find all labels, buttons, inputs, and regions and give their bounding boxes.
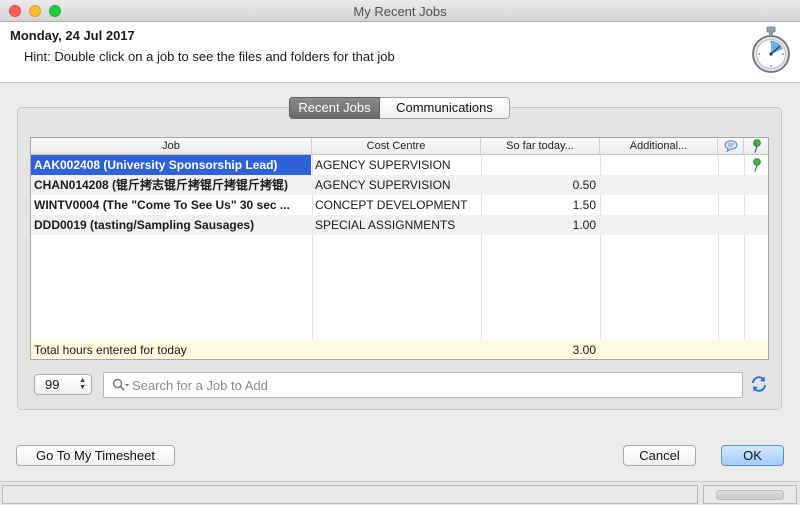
table-row[interactable]: WINTV0004 (The "Come To See Us" 30 sec .… (31, 195, 768, 215)
status-bar (0, 481, 800, 505)
totals-value: 3.00 (572, 343, 596, 357)
hint-text: Hint: Double click on a job to see the f… (24, 49, 395, 64)
table-row[interactable]: AAK002408 (University Sponsorship Lead) … (31, 155, 768, 175)
jobs-table[interactable]: Job Cost Centre So far today... Addition… (30, 137, 769, 360)
column-header-so-far-today[interactable]: So far today... (481, 138, 600, 155)
refresh-icon[interactable] (750, 375, 768, 393)
count-stepper[interactable]: 99 ▲ ▼ (34, 374, 92, 395)
speech-bubble-icon (724, 140, 737, 153)
table-row[interactable]: CHAN014208 (锟斤拷志锟斤拷锟斤拷锟斤拷锟) AGENCY SUPER… (31, 175, 768, 195)
column-header-cost-centre[interactable]: Cost Centre (312, 138, 481, 155)
pin-icon (753, 139, 761, 153)
table-header: Job Cost Centre So far today... Addition… (31, 138, 768, 155)
go-to-timesheet-button[interactable]: Go To My Timesheet (16, 445, 175, 466)
totals-row: Total hours entered for today 3.00 (31, 340, 768, 359)
additional-cell (600, 155, 718, 175)
status-message-area (2, 485, 698, 504)
stopwatch-icon (752, 26, 790, 73)
cancel-button[interactable]: Cancel (623, 445, 696, 466)
so-far-today-cell: 1.00 (572, 218, 596, 232)
tab-bar: Recent Jobs Communications (289, 97, 510, 119)
cost-centre-cell: AGENCY SUPERVISION (315, 158, 451, 172)
job-cell: AAK002408 (University Sponsorship Lead) (31, 155, 311, 175)
job-cell: DDD0019 (tasting/Sampling Sausages) (34, 218, 255, 232)
cost-centre-cell: AGENCY SUPERVISION (315, 178, 451, 192)
window-title: My Recent Jobs (353, 4, 447, 19)
ok-button[interactable]: OK (721, 445, 784, 466)
additional-cell (600, 195, 718, 215)
column-header-job[interactable]: Job (31, 138, 312, 155)
totals-label: Total hours entered for today (34, 343, 187, 357)
column-header-pin[interactable] (744, 138, 768, 155)
tab-recent-jobs[interactable]: Recent Jobs (289, 97, 380, 119)
pin-icon[interactable] (752, 158, 762, 172)
header-panel: Monday, 24 Jul 2017 Hint: Double click o… (0, 22, 800, 83)
cost-centre-cell: SPECIAL ASSIGNMENTS (315, 218, 456, 232)
so-far-today-cell: 1.50 (572, 198, 596, 212)
progress-indicator (716, 490, 784, 500)
search-input[interactable] (132, 373, 732, 397)
cost-centre-cell: CONCEPT DEVELOPMENT (315, 198, 468, 212)
job-cell: WINTV0004 (The "Come To See Us" 30 sec .… (34, 198, 290, 212)
count-value: 99 (45, 377, 60, 392)
tab-communications[interactable]: Communications (380, 97, 510, 119)
column-header-additional[interactable]: Additional... (600, 138, 718, 155)
job-search-field[interactable] (103, 372, 743, 398)
additional-cell (600, 175, 718, 195)
title-bar: My Recent Jobs (0, 0, 800, 22)
status-progress-area (703, 485, 797, 504)
so-far-today-cell: 0.50 (572, 178, 596, 192)
so-far-today-cell (481, 155, 600, 175)
job-cell: CHAN014208 (锟斤拷志锟斤拷锟斤拷锟斤拷锟) (34, 178, 289, 192)
magnifier-icon (112, 378, 129, 391)
current-date: Monday, 24 Jul 2017 (10, 28, 135, 43)
table-row[interactable]: DDD0019 (tasting/Sampling Sausages) SPEC… (31, 215, 768, 235)
additional-cell (600, 215, 718, 235)
stepper-arrows-icon[interactable]: ▲ ▼ (79, 377, 86, 391)
column-header-comments[interactable] (718, 138, 744, 155)
